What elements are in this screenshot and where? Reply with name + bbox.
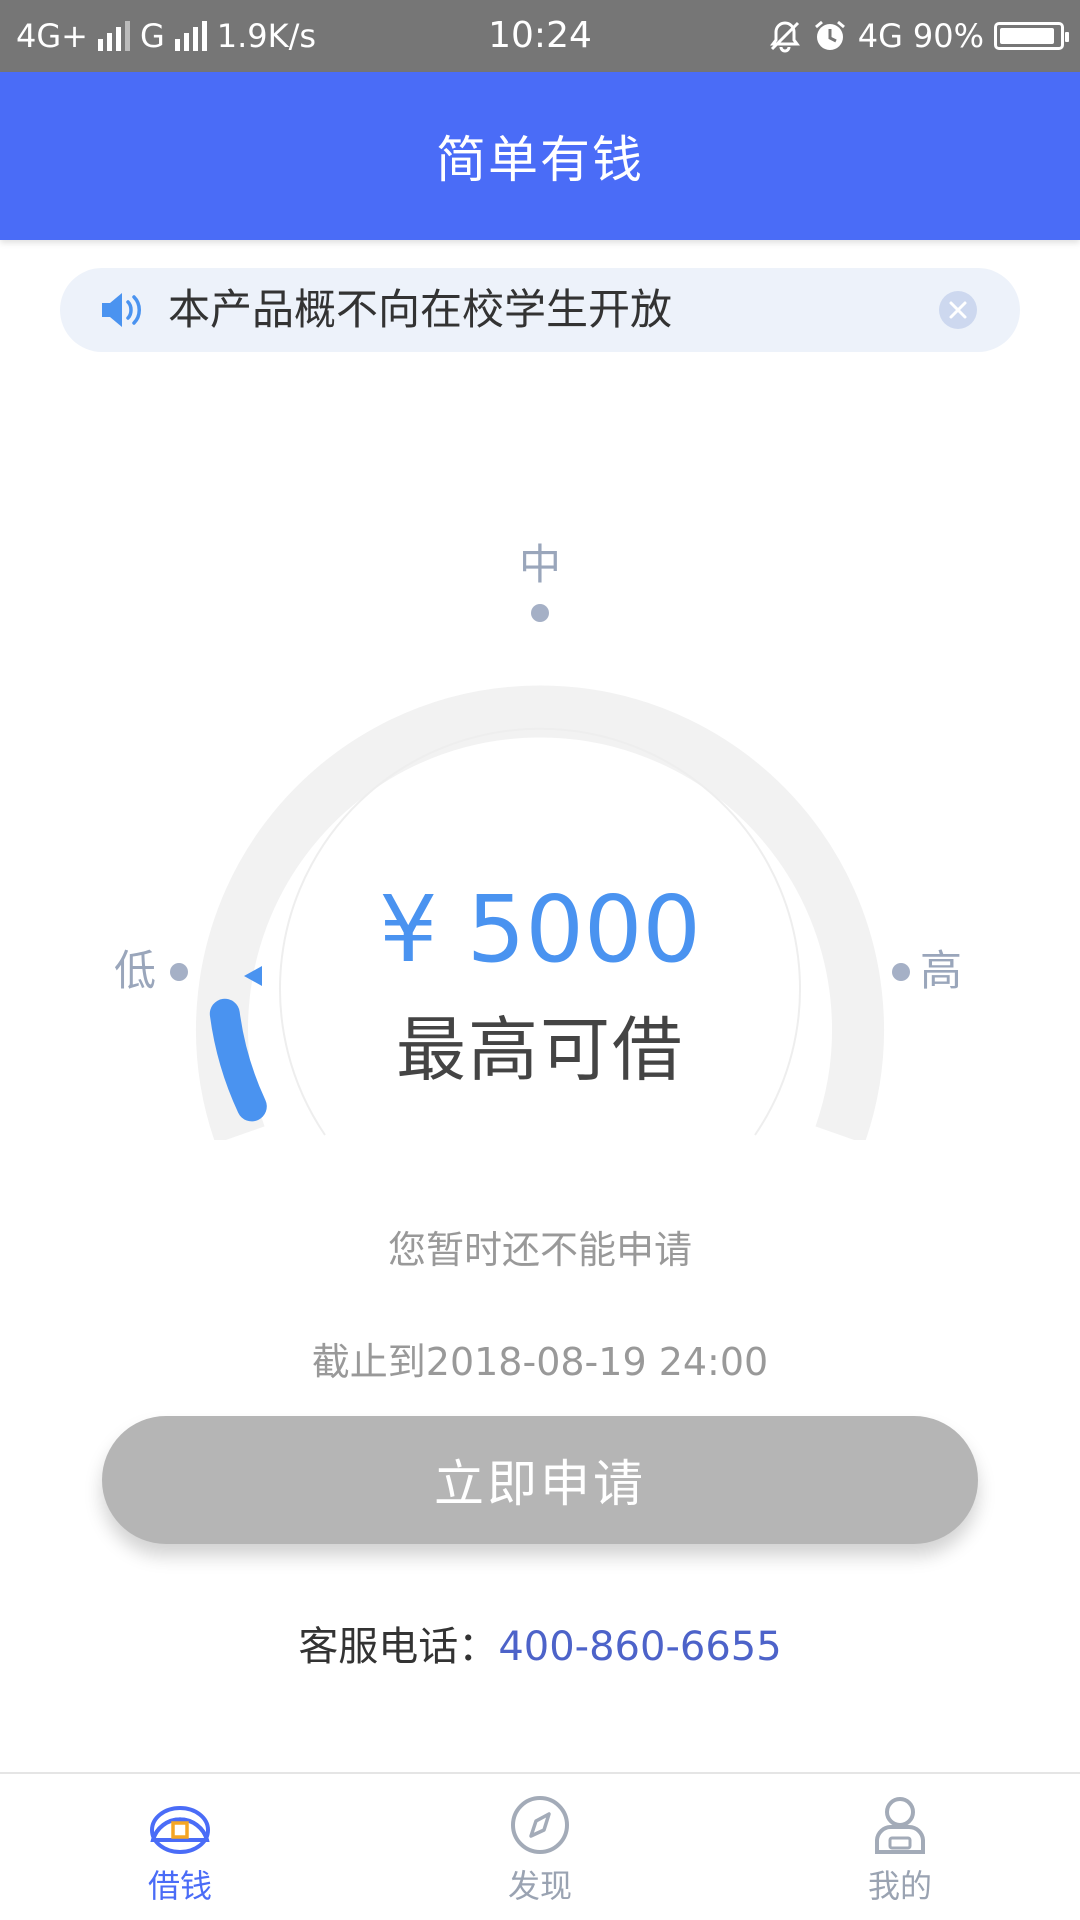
max-loan-amount: ¥ 5000 xyxy=(379,876,701,983)
nav-label-discover: 发现 xyxy=(507,1867,572,1905)
gauge-dot-mid xyxy=(531,604,549,622)
notice-banner: 本产品概不向在校学生开放 xyxy=(60,268,1020,352)
mute-bell-icon xyxy=(769,21,800,53)
gauge-label-high: 高 xyxy=(920,946,963,995)
borrow-icon xyxy=(150,1806,210,1854)
notice-text: 本产品概不向在校学生开放 xyxy=(168,285,673,334)
nav-item-discover[interactable]: 发现 xyxy=(360,1774,720,1920)
battery-icon xyxy=(994,22,1069,50)
hotline-phone-link[interactable]: 400-860-6655 xyxy=(498,1624,781,1670)
status-bar-right: 4G 90% xyxy=(768,14,1069,58)
bottom-nav: 借钱 发现 我的 xyxy=(0,1772,1080,1920)
compass-icon xyxy=(511,1796,569,1854)
credit-gauge: 中 低 高 ¥ 5000 最高可借 xyxy=(0,520,1080,1140)
nav-label-borrow: 借钱 xyxy=(147,1867,212,1905)
speaker-icon xyxy=(102,293,141,327)
app-header: 简单有钱 xyxy=(0,72,1080,240)
hotline-label: 客服电话： xyxy=(298,1624,499,1670)
close-icon[interactable] xyxy=(938,290,978,330)
gauge-dot-high xyxy=(892,963,910,981)
app-screen: 4G+ G 1.9K/s 10:24 4G 90% 简单有钱 本产品概不向在校学… xyxy=(0,0,1080,1920)
gauge-dot-low xyxy=(170,963,188,981)
customer-service-hotline: 客服电话：400-860-6655 xyxy=(0,1622,1080,1672)
nav-item-mine[interactable]: 我的 xyxy=(720,1774,1080,1920)
gauge-label-mid: 中 xyxy=(519,540,562,589)
page-title: 简单有钱 xyxy=(436,131,644,189)
profile-icon xyxy=(875,1797,925,1854)
nav-label-mine: 我的 xyxy=(867,1867,932,1905)
deadline-text: 截止到2018-08-19 24:00 xyxy=(311,1340,769,1384)
nav-item-borrow[interactable]: 借钱 xyxy=(0,1774,360,1920)
max-loan-caption: 最高可借 xyxy=(396,1009,684,1091)
apply-now-button[interactable]: 立即申请 xyxy=(102,1416,978,1544)
battery-percent: 90% xyxy=(912,17,984,55)
alarm-icon xyxy=(814,20,845,50)
gauge-label-low: 低 xyxy=(114,946,157,995)
status-bar: 4G+ G 1.9K/s 10:24 4G 90% xyxy=(0,0,1080,72)
eligibility-message: 您暂时还不能申请 xyxy=(387,1228,692,1272)
network-type-label-3: 4G xyxy=(857,17,903,55)
